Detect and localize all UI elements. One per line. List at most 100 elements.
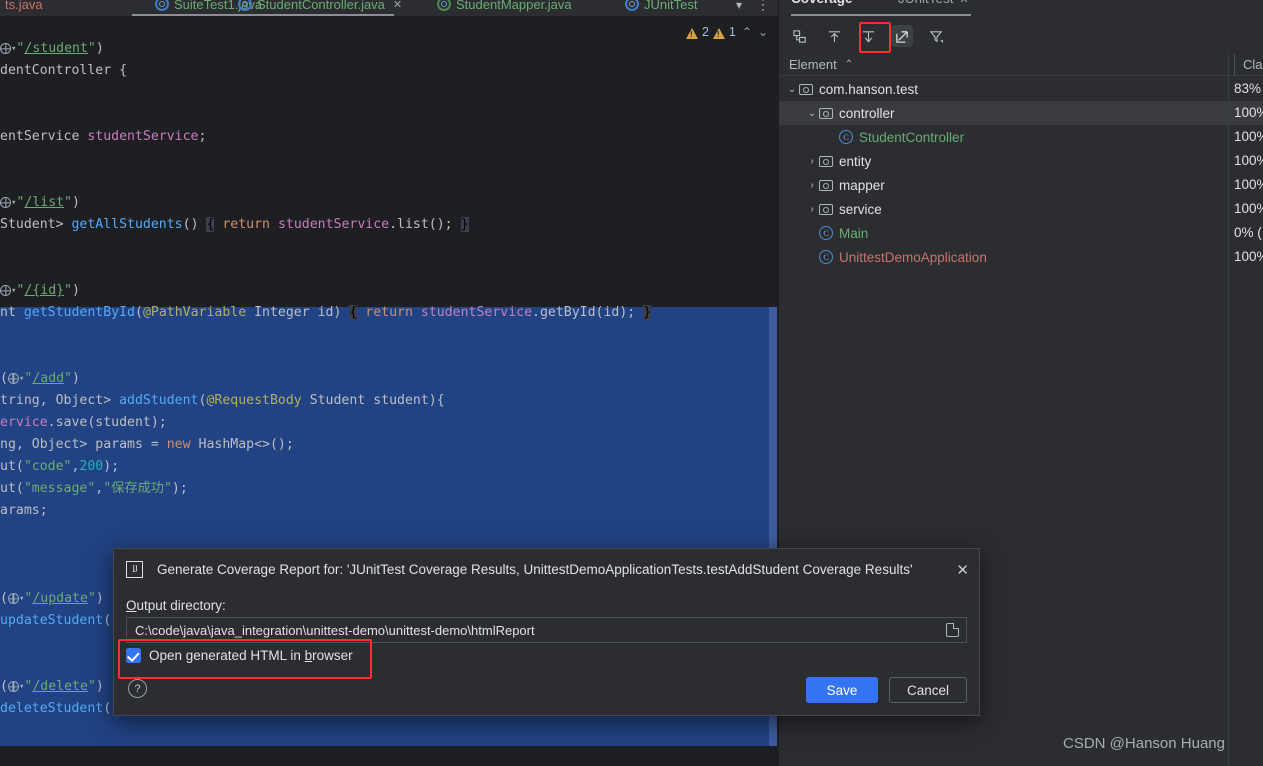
generate-coverage-report-icon[interactable] <box>891 25 913 47</box>
cancel-button[interactable]: Cancel <box>889 677 967 703</box>
java-interface-icon <box>437 0 451 11</box>
column-header-element[interactable]: Element <box>779 57 837 72</box>
code-token: new <box>166 437 191 452</box>
code-token: studentService <box>277 217 390 232</box>
coverage-row-class-percent: 100% <box>1234 177 1263 192</box>
browse-folder-icon[interactable] <box>946 623 959 637</box>
inspection-widget[interactable]: 2 1 ⌃ ⌄ <box>685 25 768 39</box>
package-folder-icon <box>819 155 833 167</box>
coverage-row[interactable]: C StudentController <box>779 125 1263 149</box>
prev-problem-icon[interactable]: ⌃ <box>742 25 752 39</box>
code-token: ( <box>0 591 8 606</box>
output-directory-field[interactable]: C:\code\java\java_integration\unittest-d… <box>126 617 967 643</box>
code-line: ut("message","保存成功"); <box>0 478 188 500</box>
next-problem-icon[interactable]: ⌄ <box>758 25 768 39</box>
coverage-table-header: Element ⌃ Clas <box>779 53 1263 76</box>
code-token: entService <box>0 129 88 144</box>
code-token: " <box>64 283 73 298</box>
save-button[interactable]: Save <box>806 677 878 703</box>
coverage-row[interactable]: ⌄ com.hanson.test <box>779 77 1263 101</box>
coverage-row[interactable]: › mapper <box>779 173 1263 197</box>
coverage-row[interactable]: › entity <box>779 149 1263 173</box>
coverage-row-class-percent: 100% <box>1234 153 1263 168</box>
package-folder-icon <box>799 83 813 95</box>
editor-tab-3[interactable]: StudentMapper.java <box>437 0 572 16</box>
coverage-row[interactable]: C UnittestDemoApplication <box>779 245 1263 269</box>
expand-all-icon[interactable] <box>823 25 845 47</box>
code-line: ▾"/list") <box>0 192 80 214</box>
web-mapping-gutter-icon[interactable] <box>0 197 11 208</box>
editor-tab-0[interactable]: ts.java <box>0 0 43 16</box>
code-token: /student <box>24 41 88 56</box>
column-divider <box>1228 54 1229 766</box>
chevron-right-icon[interactable]: › <box>805 180 819 191</box>
filter-icon[interactable] <box>925 25 947 47</box>
code-token: HashMap<>(); <box>190 437 294 452</box>
web-mapping-gutter-icon[interactable] <box>7 681 19 692</box>
chevron-down-icon[interactable]: ⌄ <box>785 84 799 95</box>
web-mapping-gutter-icon[interactable] <box>0 43 11 54</box>
chevron-down-icon[interactable]: ⌄ <box>805 108 819 119</box>
web-mapping-gutter-icon[interactable] <box>7 593 19 604</box>
weak-warning-triangle-icon <box>712 27 725 39</box>
tab-junittest[interactable]: JUnitTest ✕ <box>898 0 969 6</box>
tab-options-kebab-icon[interactable]: ⋮ <box>756 0 770 13</box>
code-token: "message" <box>23 481 96 496</box>
chevron-down-icon[interactable]: ▾ <box>11 44 16 54</box>
checkbox-label-post: rowser <box>312 648 353 663</box>
chevron-down-icon[interactable]: ▾ <box>19 682 24 692</box>
flatten-packages-icon[interactable] <box>789 25 811 47</box>
code-line: tring, Object> addStudent(@RequestBody S… <box>0 390 445 412</box>
help-icon[interactable]: ? <box>128 679 147 698</box>
code-token: getStudentById <box>23 305 135 320</box>
code-token: @PathVariable <box>142 305 247 320</box>
code-line: entService studentService; <box>0 126 206 148</box>
code-line: (▾"/update") <box>0 588 104 610</box>
coverage-row[interactable]: › service <box>779 197 1263 221</box>
code-token: studentService <box>87 129 199 144</box>
java-class-icon <box>155 0 169 11</box>
coverage-tab-strip: Coverage JUnitTest ✕ <box>779 0 1263 16</box>
code-token: ( <box>0 679 8 694</box>
chevron-right-icon[interactable]: › <box>805 156 819 167</box>
code-token: " <box>64 371 73 386</box>
code-token: updateStudent <box>0 613 104 628</box>
coverage-row-name: controller <box>839 105 895 121</box>
code-token: ) <box>72 283 80 298</box>
editor-tab-4[interactable]: JUnitTest <box>625 0 697 16</box>
weak-warning-count: 1 <box>728 25 736 39</box>
coverage-row[interactable]: C Main <box>779 221 1263 245</box>
chevron-down-icon[interactable]: ▾ <box>19 374 24 384</box>
close-icon[interactable]: ✕ <box>393 0 402 11</box>
code-token: tring, Object> <box>0 393 120 408</box>
chevron-down-icon[interactable]: ▾ <box>19 594 24 604</box>
chevron-down-icon[interactable]: ▾ <box>11 198 16 208</box>
dialog-titlebar: IJ Generate Coverage Report for: 'JUnitT… <box>114 549 981 589</box>
column-header-class[interactable]: Clas <box>1234 53 1263 76</box>
coverage-row[interactable]: ⌄ controller <box>779 101 1263 125</box>
coverage-row-class-percent: 0% ( <box>1234 225 1262 240</box>
coverage-row-class-percent: 100% <box>1234 105 1263 120</box>
sort-ascending-icon[interactable]: ⌃ <box>845 59 853 70</box>
collapse-all-icon[interactable] <box>857 25 879 47</box>
code-token: ( <box>134 305 143 320</box>
web-mapping-gutter-icon[interactable] <box>0 285 11 296</box>
tab-coverage[interactable]: Coverage <box>791 0 853 6</box>
code-token: } <box>643 305 652 320</box>
web-mapping-gutter-icon[interactable] <box>7 373 19 384</box>
coverage-row-class-percent: 83% <box>1234 81 1262 96</box>
code-token: .getById(id); <box>532 305 644 320</box>
dialog-close-icon[interactable]: ✕ <box>956 561 969 579</box>
chevron-right-icon[interactable]: › <box>805 204 819 215</box>
java-class-icon: C <box>819 226 833 240</box>
package-folder-icon <box>819 179 833 191</box>
open-html-checkbox-row[interactable]: Open generated HTML in browser <box>126 648 353 663</box>
ide-window: ts.java SuiteTest1.java StudentControlle… <box>0 0 1263 766</box>
tab-list-chevron-down-icon[interactable]: ▾ <box>736 0 742 12</box>
code-token: ( <box>0 371 8 386</box>
open-html-checkbox[interactable] <box>126 648 141 663</box>
close-icon[interactable]: ✕ <box>960 0 969 6</box>
tab-junittest-label: JUnitTest <box>898 0 954 6</box>
chevron-down-icon[interactable]: ▾ <box>11 286 16 296</box>
code-token: ); <box>103 459 120 474</box>
